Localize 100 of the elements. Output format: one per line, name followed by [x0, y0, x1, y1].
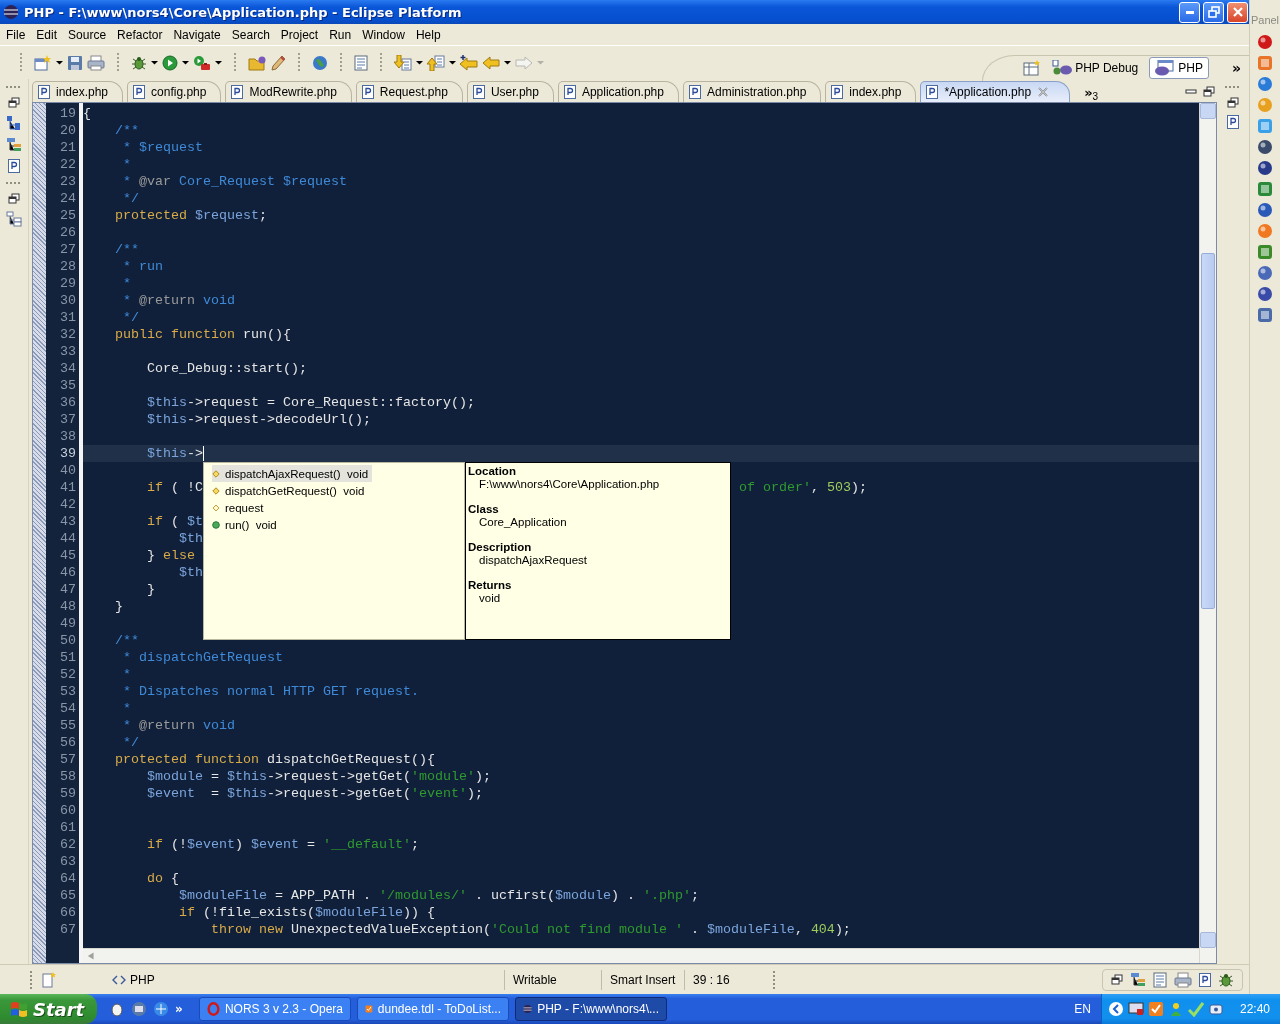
open-perspective-icon[interactable] [1023, 60, 1042, 76]
menu-item[interactable]: Help [409, 25, 446, 44]
app-launcher-icon[interactable] [1257, 181, 1273, 197]
restore-view-icon[interactable] [1111, 973, 1123, 986]
app-launcher-icon[interactable] [1257, 139, 1273, 155]
line-number: 51 [59, 649, 76, 666]
taskbar-button[interactable]: dundee.tdl - ToDoList... [357, 997, 509, 1021]
editor-tab[interactable]: Application.php [557, 81, 679, 102]
more-tabs-button[interactable]: »$_{3}$ [1084, 85, 1099, 102]
editor-tab[interactable]: index.php [32, 81, 124, 102]
completion-item[interactable]: dispatchGetRequest() void [212, 482, 369, 499]
line-number: 48 [59, 598, 76, 615]
php-file-icon[interactable] [1227, 115, 1239, 129]
type-hierarchy-icon[interactable] [1130, 971, 1146, 988]
bug-icon[interactable] [1218, 971, 1234, 988]
perspective-button[interactable]: PHP [1149, 57, 1209, 79]
restore-view-icon[interactable] [8, 193, 20, 205]
editor-tab[interactable]: *Application.php [920, 81, 1071, 102]
app-launcher-icon[interactable] [1257, 265, 1273, 281]
language-indicator[interactable]: EN [1074, 1002, 1091, 1016]
completion-item[interactable]: run() void [212, 516, 281, 533]
app-launcher-icon[interactable] [1257, 202, 1273, 218]
scroll-thumb[interactable] [1201, 253, 1215, 609]
perspective-button[interactable]: PHP Debug [1046, 57, 1145, 79]
caret-icon[interactable] [416, 60, 423, 65]
php-file-icon[interactable] [1199, 972, 1211, 987]
collapse-icon[interactable] [1107, 1001, 1124, 1017]
app-launcher-icon[interactable] [1257, 244, 1273, 260]
console-icon[interactable] [1174, 971, 1192, 988]
caret-icon[interactable] [56, 60, 63, 65]
editor-tab[interactable]: ModRewrite.php [225, 81, 352, 102]
external-tool-icon[interactable] [193, 54, 211, 71]
line-number: 36 [59, 394, 76, 411]
editor-tab[interactable]: index.php [825, 81, 917, 102]
app-launcher-icon[interactable] [1257, 286, 1273, 302]
completion-item[interactable]: request [212, 499, 268, 516]
close-button[interactable] [1227, 1, 1248, 23]
caret-icon[interactable] [215, 60, 222, 65]
taskbar-button[interactable]: NORS 3 v 2.3 - Opera [199, 997, 351, 1021]
app-launcher-icon[interactable] [1257, 76, 1273, 92]
menu-item[interactable]: Search [225, 25, 275, 44]
outline-icon[interactable] [6, 115, 22, 131]
menu-item[interactable]: Refactor [111, 25, 168, 44]
maximize-view-icon[interactable] [1203, 85, 1215, 98]
start-button[interactable]: Start [0, 994, 97, 1024]
left-arrow-icon[interactable] [460, 54, 478, 71]
save-icon[interactable] [67, 54, 83, 71]
code-line: * @return void [122, 717, 235, 734]
taskbar-button[interactable]: PHP - F:\www\nors4\... [515, 997, 667, 1021]
doc-text: Core_Application [478, 516, 568, 529]
editor-tab[interactable]: Request.php [355, 81, 463, 102]
menu-item[interactable]: Run [323, 25, 357, 44]
network-icon[interactable] [1207, 1001, 1224, 1017]
editor-tab[interactable]: User.php [466, 81, 554, 102]
run-icon[interactable] [162, 54, 178, 71]
restore-view-icon[interactable] [1227, 97, 1239, 109]
menu-item[interactable]: Project [274, 25, 324, 44]
app-launcher-icon[interactable] [131, 1001, 147, 1017]
egg-icon[interactable] [109, 1001, 125, 1017]
menu-item[interactable]: File [0, 25, 31, 44]
menu-item[interactable]: Window [356, 25, 410, 44]
app-launcher-icon[interactable] [1257, 307, 1273, 323]
monitor-icon[interactable] [1127, 1001, 1144, 1017]
more-perspectives-button[interactable]: » [1231, 60, 1241, 76]
caret-icon[interactable] [504, 60, 511, 65]
menu-item[interactable]: Navigate [167, 25, 226, 44]
globe-icon[interactable] [312, 54, 328, 71]
horizontal-scrollbar[interactable] [83, 948, 1199, 963]
editor-tab[interactable]: config.php [127, 81, 222, 102]
minimize-button[interactable] [1179, 1, 1200, 23]
checkmark-icon[interactable] [1187, 1001, 1204, 1017]
document-icon[interactable] [354, 54, 368, 71]
checkbox-icon[interactable] [1147, 1001, 1164, 1017]
code-line: * dispatchGetRequest [122, 649, 283, 666]
tree-icon[interactable] [6, 211, 22, 227]
quick-launch-more-button[interactable]: » [175, 1002, 183, 1016]
restore-button[interactable] [1203, 1, 1224, 23]
caret-icon[interactable] [151, 60, 158, 65]
type-hierarchy-icon[interactable] [6, 137, 22, 153]
print-icon[interactable] [87, 54, 105, 71]
globe-icon[interactable] [153, 1001, 169, 1017]
editor-tab[interactable]: Administration.php [682, 81, 822, 102]
vertical-scrollbar[interactable] [1199, 103, 1216, 963]
php-file-icon[interactable] [8, 159, 20, 173]
open-folder-icon[interactable] [248, 54, 266, 71]
completion-item[interactable]: dispatchAjaxRequest() void [212, 465, 373, 482]
app-launcher-icon[interactable] [1257, 160, 1273, 176]
code-line: /** [114, 632, 139, 649]
code-line: if (!$event) $event = '__default'; [146, 836, 419, 853]
bug-icon[interactable] [131, 54, 147, 71]
code-line: * [122, 700, 131, 717]
minimize-view-icon[interactable] [1185, 88, 1197, 95]
caret-icon[interactable] [182, 60, 189, 65]
restore-view-icon[interactable] [8, 97, 20, 109]
menu-item[interactable]: Source [62, 25, 112, 44]
caret-icon[interactable] [449, 60, 456, 65]
code-line: $this-> [146, 445, 203, 462]
task-list-icon[interactable] [1153, 971, 1167, 988]
app-launcher-icon[interactable] [1257, 34, 1273, 50]
menu-item[interactable]: Edit [30, 25, 63, 44]
